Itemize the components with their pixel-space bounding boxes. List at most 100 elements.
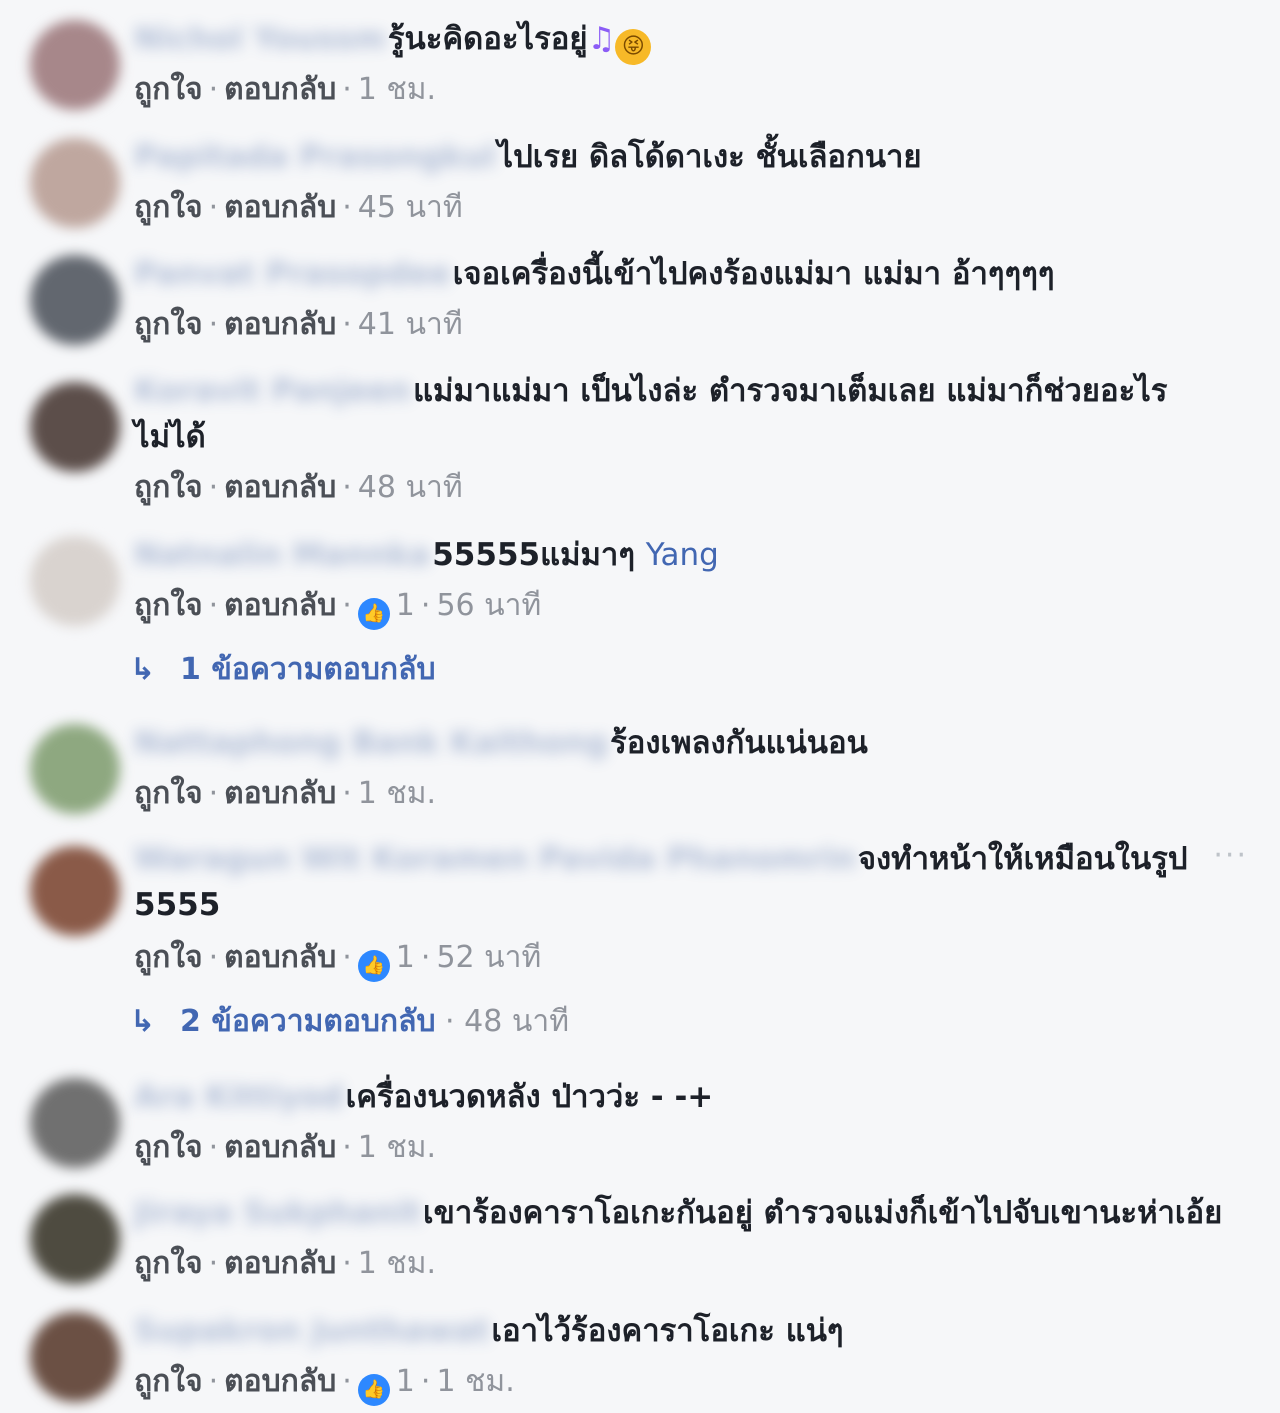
like-link[interactable]: ถูกใจ	[134, 776, 203, 811]
timestamp[interactable]: 41 นาที	[358, 307, 463, 342]
separator: ·	[208, 1130, 219, 1165]
separator: ·	[342, 1246, 352, 1281]
comment-text-line: Supakron Junthawatเอาไว้ร้องคาราโอเกะ แน…	[134, 1308, 1214, 1354]
separator: ·	[420, 588, 431, 623]
avatar[interactable]	[30, 1194, 120, 1284]
separator: ·	[208, 588, 219, 623]
timestamp[interactable]: 52 นาที	[436, 940, 541, 975]
separator: ·	[342, 588, 352, 623]
replies-count-label: 1 ข้อความตอบกลับ	[180, 652, 436, 687]
reply-link[interactable]: ตอบกลับ	[224, 1246, 336, 1281]
timestamp[interactable]: 48 นาที	[358, 470, 463, 505]
comment-text: ร้องเพลงกันแน่นอน	[610, 725, 868, 761]
commenter-name[interactable]: Nattaphong Bank Kaithong	[134, 720, 608, 766]
avatar[interactable]	[30, 138, 120, 228]
commenter-name[interactable]: Natnalin Mannka	[134, 532, 430, 578]
comment-text-line: Nichol Youssmรู้นะคิดอะไรอยู่♫ 😝	[134, 16, 1214, 65]
timestamp[interactable]: 56 นาที	[436, 588, 541, 623]
separator: ·	[208, 190, 219, 225]
like-link[interactable]: ถูกใจ	[134, 190, 203, 225]
like-link[interactable]: ถูกใจ	[134, 1364, 203, 1399]
avatar[interactable]	[30, 255, 120, 345]
timestamp[interactable]: 1 ชม.	[358, 1246, 436, 1281]
avatar[interactable]	[30, 382, 120, 472]
avatar[interactable]	[30, 20, 120, 110]
view-replies-link[interactable]: ↳ 2 ข้อความตอบกลับ · 48 นาที	[130, 1002, 569, 1042]
timestamp[interactable]: 1 ชม.	[358, 72, 436, 107]
reaction-count[interactable]: 1	[396, 588, 415, 623]
separator: ·	[342, 940, 352, 975]
like-link[interactable]: ถูกใจ	[134, 307, 203, 342]
timestamp[interactable]: 1 ชม.	[358, 776, 436, 811]
reply-link[interactable]: ตอบกลับ	[224, 190, 336, 225]
separator: ·	[420, 1364, 431, 1399]
reply-link[interactable]: ตอบกลับ	[224, 940, 336, 975]
commenter-name[interactable]: Panvat Prasopdee	[134, 251, 451, 297]
comment-text: 55555แม่มาๆ	[432, 537, 646, 573]
like-link[interactable]: ถูกใจ	[134, 470, 203, 505]
comment-text-line: Natnalin Mannka55555แม่มาๆ Yang	[134, 532, 1214, 578]
separator: ·	[208, 940, 219, 975]
avatar[interactable]	[30, 724, 120, 814]
commenter-name[interactable]: Jiraya Sukphanit	[134, 1190, 421, 1236]
like-thumb-icon[interactable]: 👍	[357, 1374, 390, 1406]
commenter-name[interactable]: Nichol Youssm	[134, 16, 386, 62]
separator: ·	[342, 190, 352, 225]
comment-meta: ถูกใจ · ตอบกลับ · 👍 1 · 1 ชม.	[134, 1362, 515, 1406]
like-link[interactable]: ถูกใจ	[134, 1130, 203, 1165]
comment-text-line: Papitada Prasongkulไปเรย ดิลโด้ดาเงะ ชั้…	[134, 134, 1214, 180]
timestamp[interactable]: 45 นาที	[358, 190, 463, 225]
like-link[interactable]: ถูกใจ	[134, 940, 203, 975]
like-link[interactable]: ถูกใจ	[134, 1246, 203, 1281]
comment-text-line: Panvat Prasopdeeเจอเครื่องนี้เข้าไปคงร้อ…	[134, 251, 1214, 297]
commenter-name[interactable]: Waragun Wit Koramen Pavida Phanomrin	[134, 836, 856, 882]
separator: ·	[342, 776, 352, 811]
commenter-name[interactable]: Papitada Prasongkul	[134, 134, 496, 180]
like-thumb-icon[interactable]: 👍	[357, 598, 390, 630]
comment-meta: ถูกใจ · ตอบกลับ · 👍 1 · 52 นาที	[134, 938, 541, 982]
tagged-user-link[interactable]: Yang	[646, 537, 719, 573]
comment-text: เอาไว้ร้องคาราโอเกะ แน่ๆ	[491, 1313, 844, 1349]
timestamp[interactable]: 1 ชม.	[436, 1364, 514, 1399]
reply-arrow-icon: ↳	[130, 652, 156, 687]
like-thumb-icon[interactable]: 👍	[357, 950, 390, 982]
separator: ·	[208, 307, 219, 342]
comment-text: เขาร้องคาราโอเกะกันอยู่ ตำรวจแม่งก็เข้าไ…	[423, 1195, 1223, 1231]
reply-link[interactable]: ตอบกลับ	[224, 307, 336, 342]
like-link[interactable]: ถูกใจ	[134, 588, 203, 623]
separator: ·	[208, 72, 219, 107]
tongue-face-icon: 😝	[615, 29, 652, 65]
reply-link[interactable]: ตอบกลับ	[224, 1364, 336, 1399]
comment-text-line: Koravit Panjeenแม่มาแม่มา เป็นไงล่ะ ตำรว…	[134, 368, 1174, 460]
separator: ·	[208, 776, 219, 811]
separator: ·	[342, 470, 352, 505]
commenter-name[interactable]: Ara Kittiyod	[134, 1074, 344, 1120]
replies-timestamp: 48 นาที	[464, 1004, 569, 1039]
like-link[interactable]: ถูกใจ	[134, 72, 203, 107]
reply-link[interactable]: ตอบกลับ	[224, 72, 336, 107]
reaction-count[interactable]: 1	[396, 940, 415, 975]
reply-link[interactable]: ตอบกลับ	[224, 470, 336, 505]
reply-link[interactable]: ตอบกลับ	[224, 588, 336, 623]
separator: ·	[420, 940, 431, 975]
commenter-name[interactable]: Supakron Junthawat	[134, 1308, 489, 1354]
comment-text: ไปเรย ดิลโด้ดาเงะ ชั้นเลือกนาย	[497, 139, 922, 175]
reply-arrow-icon: ↳	[130, 1004, 156, 1039]
comment-text-line: Waragun Wit Koramen Pavida Phanomrinจงทำ…	[134, 836, 1194, 928]
comment-text: เจอเครื่องนี้เข้าไปคงร้องแม่มา แม่มา อ้า…	[452, 256, 1055, 292]
commenter-name[interactable]: Koravit Panjeen	[134, 368, 411, 414]
comment-meta: ถูกใจ · ตอบกลับ · 1 ชม.	[134, 1128, 436, 1168]
reply-link[interactable]: ตอบกลับ	[224, 776, 336, 811]
avatar[interactable]	[30, 1312, 120, 1402]
separator: ·	[342, 72, 352, 107]
avatar[interactable]	[30, 846, 120, 936]
comment-text: เครื่องนวดหลัง ป่าวว่ะ - -+	[345, 1079, 714, 1115]
view-replies-link[interactable]: ↳ 1 ข้อความตอบกลับ	[130, 650, 436, 690]
reply-link[interactable]: ตอบกลับ	[224, 1130, 336, 1165]
more-options-icon[interactable]: ···	[1213, 838, 1248, 873]
reaction-count[interactable]: 1	[396, 1364, 415, 1399]
separator: ·	[208, 1364, 219, 1399]
avatar[interactable]	[30, 1078, 120, 1168]
timestamp[interactable]: 1 ชม.	[358, 1130, 436, 1165]
avatar[interactable]	[30, 536, 120, 626]
